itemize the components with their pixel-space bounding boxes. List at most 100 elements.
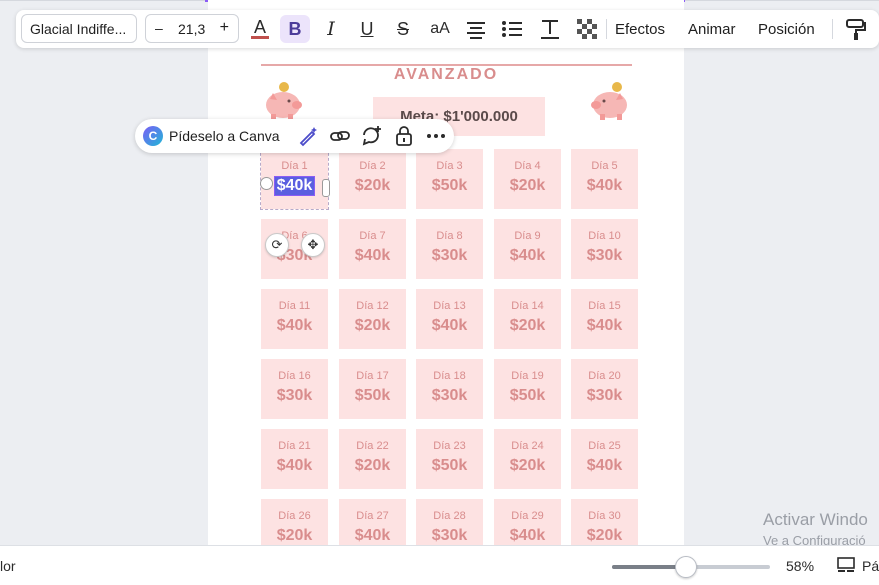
day-amount[interactable]: $50k — [339, 387, 406, 405]
day-cell[interactable]: Día 12 $20k — [339, 289, 406, 349]
day-cell[interactable]: Día 17 $50k — [339, 359, 406, 419]
zoom-level[interactable]: 58% — [786, 558, 814, 574]
day-amount[interactable]: $40k — [261, 317, 328, 335]
font-size-value[interactable]: 21,3 — [178, 21, 205, 37]
bottom-left-label[interactable]: lor — [0, 558, 16, 574]
day-amount[interactable]: $40k — [494, 247, 561, 265]
position-button[interactable]: Posición — [758, 21, 815, 38]
animate-button[interactable]: Animar — [688, 21, 736, 38]
day-cell[interactable]: Día 29 $40k — [494, 499, 561, 545]
day-label: Día 20 — [588, 370, 621, 382]
day-cell[interactable]: Día 9 $40k — [494, 219, 561, 279]
day-amount[interactable]: $30k — [416, 247, 483, 265]
day-amount[interactable]: $50k — [494, 387, 561, 405]
pages-icon[interactable] — [837, 557, 855, 573]
day-amount[interactable]: $20k — [339, 457, 406, 475]
day-amount[interactable]: $20k — [339, 177, 406, 195]
day-cell[interactable]: Día 10 $30k — [571, 219, 638, 279]
day-cell[interactable]: Día 8 $30k — [416, 219, 483, 279]
day-cell[interactable]: Día 16 $30k — [261, 359, 328, 419]
day-cell[interactable]: Día 27 $40k — [339, 499, 406, 545]
canva-assistant-icon[interactable]: C — [143, 126, 163, 146]
day-amount[interactable]: $40k — [571, 317, 638, 335]
font-family-selector[interactable]: Glacial Indiffe... — [21, 14, 137, 43]
day-cell[interactable]: Día 28 $30k — [416, 499, 483, 545]
day-amount[interactable]: $40k — [339, 527, 406, 545]
day-cell[interactable]: Día 19 $50k — [494, 359, 561, 419]
selected-amount-text[interactable]: $40k — [273, 176, 316, 196]
day-amount[interactable]: $30k — [261, 387, 328, 405]
day-amount[interactable]: $30k — [571, 387, 638, 405]
design-page[interactable]: ▬▬ ▬▬ ▬▬▬ ▬▬▬ AVANZADO Meta: $1'000.000 … — [208, 0, 684, 545]
resize-handle-right[interactable] — [322, 179, 330, 197]
day-amount[interactable]: $50k — [416, 177, 483, 195]
day-cell[interactable]: Día 4 $20k — [494, 149, 561, 209]
day-cell[interactable]: Día 11 $40k — [261, 289, 328, 349]
decrease-size-button[interactable]: – — [155, 20, 163, 36]
day-label: Día 5 — [591, 160, 618, 172]
day-amount[interactable]: $40k — [571, 457, 638, 475]
day-cell[interactable]: Día 26 $20k — [261, 499, 328, 545]
day-amount[interactable]: $40k — [339, 247, 406, 265]
spacing-icon[interactable] — [539, 17, 561, 41]
lock-icon[interactable] — [393, 125, 415, 147]
link-icon[interactable] — [329, 125, 351, 147]
paint-roller-icon[interactable] — [845, 17, 867, 41]
more-icon[interactable] — [425, 125, 447, 147]
effects-button[interactable]: Efectos — [615, 21, 665, 38]
increase-size-button[interactable]: + — [220, 19, 229, 37]
piggy-bank-icon[interactable] — [261, 80, 307, 122]
day-cell[interactable]: Día 30 $20k — [571, 499, 638, 545]
underline-icon[interactable]: U — [356, 17, 378, 41]
piggy-bank-icon[interactable] — [586, 80, 632, 122]
letter-case-icon[interactable]: aA — [427, 17, 453, 41]
zoom-slider-handle[interactable] — [674, 556, 697, 578]
day-cell[interactable]: Día 2 $20k — [339, 149, 406, 209]
day-label: Día 7 — [359, 230, 386, 242]
day-amount[interactable]: $40k — [494, 527, 561, 545]
day-cell[interactable]: Día 15 $40k — [571, 289, 638, 349]
align-center-icon[interactable] — [465, 17, 487, 41]
day-cell[interactable]: Día 21 $40k — [261, 429, 328, 489]
day-cell[interactable]: Día 20 $30k — [571, 359, 638, 419]
day-cell[interactable]: Día 3 $50k — [416, 149, 483, 209]
text-color-icon[interactable]: A — [249, 17, 271, 41]
day-amount[interactable]: $20k — [494, 177, 561, 195]
day-amount[interactable]: $20k — [339, 317, 406, 335]
rotate-icon[interactable]: ⟳ — [265, 233, 289, 257]
day-label: Día 2 — [359, 160, 386, 172]
day-cell[interactable]: Día 1 $40k — [260, 148, 330, 210]
day-amount[interactable]: $20k — [261, 527, 328, 545]
day-cell[interactable]: Día 14 $20k — [494, 289, 561, 349]
strikethrough-icon[interactable]: S — [392, 17, 414, 41]
day-cell[interactable]: Día 24 $20k — [494, 429, 561, 489]
day-amount[interactable]: $40k — [261, 457, 328, 475]
day-amount[interactable]: $30k — [571, 247, 638, 265]
transparency-icon[interactable] — [576, 17, 598, 41]
magic-pen-icon[interactable] — [297, 125, 319, 147]
day-cell[interactable]: Día 23 $50k — [416, 429, 483, 489]
day-cell[interactable]: Día 5 $40k — [571, 149, 638, 209]
day-amount[interactable]: $40k — [571, 177, 638, 195]
comment-add-icon[interactable] — [361, 125, 383, 147]
day-amount[interactable]: $20k — [494, 317, 561, 335]
day-amount[interactable]: $30k — [416, 387, 483, 405]
italic-icon[interactable]: I — [320, 17, 342, 41]
list-icon[interactable] — [501, 17, 523, 41]
bold-icon[interactable]: B — [280, 15, 310, 43]
day-cell[interactable]: Día 25 $40k — [571, 429, 638, 489]
day-cell[interactable]: Día 7 $40k — [339, 219, 406, 279]
day-amount[interactable]: $40k — [416, 317, 483, 335]
ask-canva-button[interactable]: Pídeselo a Canva — [169, 128, 280, 144]
day-amount[interactable]: $20k — [494, 457, 561, 475]
day-cell[interactable]: Día 13 $40k — [416, 289, 483, 349]
move-icon[interactable]: ✥ — [301, 233, 325, 257]
pages-button[interactable]: Pá — [862, 558, 879, 574]
day-amount[interactable]: $20k — [571, 527, 638, 545]
day-amount[interactable]: $30k — [416, 527, 483, 545]
day-cell[interactable]: Día 22 $20k — [339, 429, 406, 489]
day-cell[interactable]: Día 18 $30k — [416, 359, 483, 419]
day-label: Día 21 — [278, 440, 311, 452]
day-amount[interactable]: $50k — [416, 457, 483, 475]
resize-handle-left[interactable] — [260, 177, 273, 190]
